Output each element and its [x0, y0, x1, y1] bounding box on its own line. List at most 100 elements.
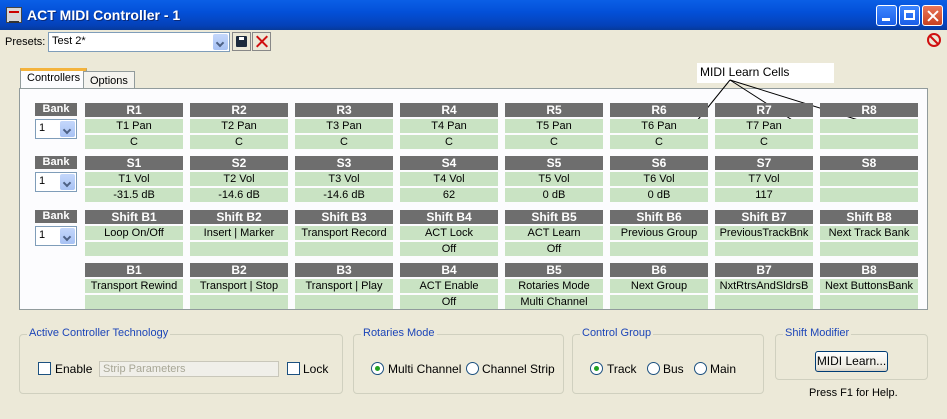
cell-value[interactable]	[190, 242, 288, 256]
cell-value[interactable]: Multi Channel	[505, 295, 603, 309]
bank-dropdown[interactable]: 1	[35, 172, 77, 192]
cell-parameter[interactable]: Next ButtonsBank	[820, 279, 918, 293]
cell-parameter[interactable]: T6 Vol	[610, 172, 708, 186]
track-radio[interactable]	[590, 362, 603, 375]
cell-parameter[interactable]: T3 Pan	[295, 119, 393, 133]
cell-value[interactable]: C	[400, 135, 498, 149]
multi-channel-radio[interactable]	[371, 362, 384, 375]
chevron-down-icon[interactable]	[60, 228, 75, 244]
controller-cell: Shift B6 Previous Group	[610, 210, 708, 256]
cell-parameter[interactable]: Transport Record	[295, 226, 393, 240]
rotaries-mode-legend: Rotaries Mode	[361, 327, 437, 339]
cell-parameter[interactable]: Transport | Play	[295, 279, 393, 293]
tab-controllers[interactable]: Controllers	[20, 68, 88, 90]
cell-header: Shift B3	[295, 210, 393, 224]
disable-icon[interactable]	[927, 33, 941, 47]
cell-value[interactable]: C	[295, 135, 393, 149]
cell-value[interactable]: -14.6 dB	[295, 188, 393, 202]
cell-value[interactable]	[820, 135, 918, 149]
midi-learn-button[interactable]: MIDI Learn...	[815, 351, 888, 372]
cell-parameter[interactable]: T5 Vol	[505, 172, 603, 186]
cell-value[interactable]	[190, 295, 288, 309]
cell-parameter[interactable]: T2 Vol	[190, 172, 288, 186]
cell-value[interactable]	[715, 242, 813, 256]
bank-dropdown[interactable]: 1	[35, 119, 77, 139]
cell-parameter[interactable]: T2 Pan	[190, 119, 288, 133]
app-icon[interactable]	[6, 7, 22, 23]
cell-value[interactable]: Off	[505, 242, 603, 256]
cell-parameter[interactable]: Transport | Stop	[190, 279, 288, 293]
cell-parameter[interactable]: NxtRtrsAndSldrsB	[715, 279, 813, 293]
cell-value[interactable]	[820, 295, 918, 309]
cell-value[interactable]	[820, 188, 918, 202]
cell-parameter[interactable]: ACT Enable	[400, 279, 498, 293]
chevron-down-icon[interactable]	[213, 34, 228, 50]
cell-parameter[interactable]: T1 Vol	[85, 172, 183, 186]
cell-value[interactable]	[820, 242, 918, 256]
cell-parameter[interactable]: Transport Rewind	[85, 279, 183, 293]
cell-parameter[interactable]: Previous Group	[610, 226, 708, 240]
cell-parameter[interactable]: T7 Pan	[715, 119, 813, 133]
cell-value[interactable]: 0 dB	[505, 188, 603, 202]
bank-dropdown[interactable]: 1	[35, 226, 77, 246]
cell-value[interactable]	[715, 295, 813, 309]
cell-value[interactable]: -31.5 dB	[85, 188, 183, 202]
controller-cell: Shift B4 ACT Lock Off	[400, 210, 498, 256]
main-radio[interactable]	[694, 362, 707, 375]
delete-preset-button[interactable]	[252, 32, 271, 51]
cell-parameter[interactable]: Rotaries Mode	[505, 279, 603, 293]
cell-parameter[interactable]: PreviousTrackBnk	[715, 226, 813, 240]
cell-parameter[interactable]	[820, 172, 918, 186]
cell-header: B8	[820, 263, 918, 277]
cell-header: R7	[715, 103, 813, 117]
controller-cell: R8	[820, 103, 918, 149]
cell-value[interactable]: 0 dB	[610, 188, 708, 202]
cell-parameter[interactable]: T7 Vol	[715, 172, 813, 186]
cell-value[interactable]: C	[505, 135, 603, 149]
main-label: Main	[710, 362, 737, 376]
close-button[interactable]	[922, 5, 943, 26]
cell-value[interactable]: -14.6 dB	[190, 188, 288, 202]
cell-parameter[interactable]: T4 Pan	[400, 119, 498, 133]
cell-value[interactable]: Off	[400, 295, 498, 309]
cell-parameter[interactable]	[820, 119, 918, 133]
cell-parameter[interactable]: ACT Lock	[400, 226, 498, 240]
control-group-legend: Control Group	[580, 327, 654, 339]
cell-value[interactable]: C	[715, 135, 813, 149]
cell-parameter[interactable]: Next Group	[610, 279, 708, 293]
cell-value[interactable]	[295, 295, 393, 309]
enable-checkbox[interactable]	[38, 362, 51, 375]
controller-cell: Shift B5 ACT Learn Off	[505, 210, 603, 256]
chevron-down-icon[interactable]	[60, 121, 75, 137]
cell-value[interactable]	[610, 295, 708, 309]
presets-dropdown[interactable]: Test 2*	[48, 32, 230, 52]
cell-value[interactable]: C	[190, 135, 288, 149]
cell-value[interactable]	[85, 242, 183, 256]
cell-parameter[interactable]: Loop On/Off	[85, 226, 183, 240]
presets-label: Presets:	[5, 36, 46, 48]
cell-parameter[interactable]: T5 Pan	[505, 119, 603, 133]
cell-value[interactable]: C	[85, 135, 183, 149]
cell-value[interactable]: C	[610, 135, 708, 149]
cell-value[interactable]	[295, 242, 393, 256]
cell-value[interactable]: 62	[400, 188, 498, 202]
bus-radio[interactable]	[647, 362, 660, 375]
channel-strip-radio[interactable]	[466, 362, 479, 375]
cell-value[interactable]: Off	[400, 242, 498, 256]
maximize-button[interactable]	[899, 5, 920, 26]
minimize-button[interactable]	[876, 5, 897, 26]
cell-parameter[interactable]: Insert | Marker	[190, 226, 288, 240]
cell-value[interactable]	[610, 242, 708, 256]
chevron-down-icon[interactable]	[60, 174, 75, 190]
cell-parameter[interactable]: ACT Learn	[505, 226, 603, 240]
save-preset-button[interactable]	[232, 32, 251, 51]
lock-checkbox[interactable]	[287, 362, 300, 375]
cell-value[interactable]	[85, 295, 183, 309]
cell-parameter[interactable]: Next Track Bank	[820, 226, 918, 240]
controller-cell: S1 T1 Vol -31.5 dB	[85, 156, 183, 202]
cell-parameter[interactable]: T1 Pan	[85, 119, 183, 133]
cell-value[interactable]: 117	[715, 188, 813, 202]
cell-parameter[interactable]: T6 Pan	[610, 119, 708, 133]
cell-parameter[interactable]: T3 Vol	[295, 172, 393, 186]
cell-parameter[interactable]: T4 Vol	[400, 172, 498, 186]
